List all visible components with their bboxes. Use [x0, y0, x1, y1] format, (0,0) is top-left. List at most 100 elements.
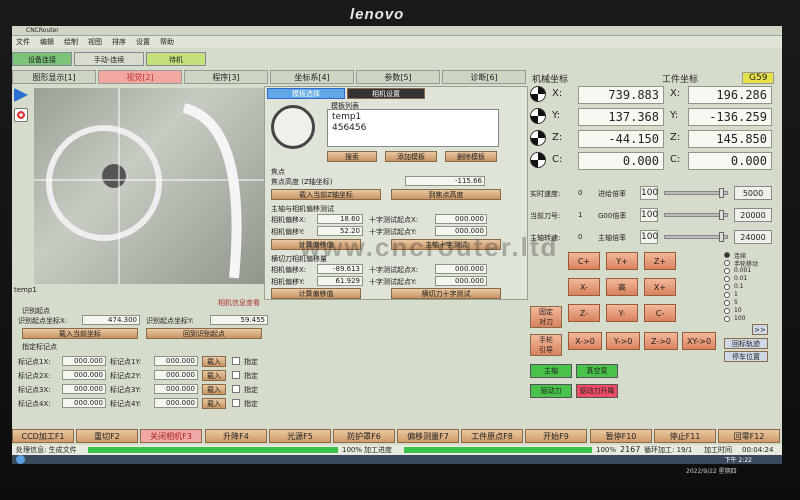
- tab-template-select[interactable]: 模板选择: [267, 88, 345, 99]
- step-radio[interactable]: [724, 316, 730, 322]
- toggle-button[interactable]: 主轴: [530, 364, 572, 378]
- camera-view[interactable]: [34, 88, 270, 284]
- step-radio[interactable]: [724, 260, 730, 266]
- function-key[interactable]: 回零F12: [718, 429, 780, 443]
- more-button[interactable]: >>: [752, 324, 768, 335]
- knife-cross-test-button[interactable]: 横切刀十字测试: [391, 288, 501, 299]
- menu-item[interactable]: 绘制: [64, 38, 78, 46]
- override-slider[interactable]: [664, 232, 728, 242]
- slider-thumb[interactable]: [719, 188, 724, 198]
- add-template-button[interactable]: 添加模板: [385, 151, 437, 162]
- jog-button[interactable]: Z+: [644, 252, 676, 270]
- override-slider[interactable]: [664, 210, 728, 220]
- step-radio[interactable]: [724, 268, 730, 274]
- jog-button[interactable]: X+: [644, 278, 676, 296]
- jog-button[interactable]: 高: [606, 278, 638, 296]
- template-list[interactable]: temp1 456456: [327, 109, 499, 147]
- function-key[interactable]: 光源F5: [269, 429, 331, 443]
- mark-x-field[interactable]: 000.000: [62, 384, 106, 394]
- axis-target-icon[interactable]: [530, 130, 546, 146]
- function-key[interactable]: CCD加工F1: [12, 429, 74, 443]
- mark-fix-checkbox[interactable]: [232, 399, 240, 407]
- delete-template-button[interactable]: 删除模板: [445, 151, 497, 162]
- marked-y-field[interactable]: 59.455: [210, 315, 268, 325]
- speed-set-button[interactable]: 24000: [734, 230, 772, 244]
- axis-target-icon[interactable]: [530, 86, 546, 102]
- function-key[interactable]: 工件原点F8: [461, 429, 523, 443]
- handwheel-guide-button[interactable]: 手轮 引导: [530, 334, 562, 356]
- list-item[interactable]: temp1: [332, 112, 494, 123]
- jog-button[interactable]: Z-: [568, 304, 600, 322]
- goto-target-button[interactable]: 回标轨迹: [724, 338, 768, 349]
- jog-button[interactable]: Y-: [606, 304, 638, 322]
- mark-y-field[interactable]: 000.000: [154, 356, 198, 366]
- tab-coordinate[interactable]: 坐标系[4]: [270, 70, 354, 84]
- menu-item[interactable]: 视图: [88, 38, 102, 46]
- step-radio[interactable]: [724, 284, 730, 290]
- focus-load-button[interactable]: 载入当前Z轴坐标: [271, 189, 381, 200]
- cross-x-field[interactable]: 000.000: [435, 214, 487, 224]
- mark-x-field[interactable]: 000.000: [62, 370, 106, 380]
- jog-button[interactable]: C+: [568, 252, 600, 270]
- slider-thumb[interactable]: [719, 232, 724, 242]
- menu-item[interactable]: 帮助: [160, 38, 174, 46]
- axis-target-icon[interactable]: [530, 152, 546, 168]
- zero-button[interactable]: XY->0: [682, 332, 716, 350]
- mark-y-field[interactable]: 000.000: [154, 384, 198, 394]
- mark-load-button[interactable]: 载入: [202, 398, 226, 409]
- zero-button[interactable]: Z->0: [644, 332, 678, 350]
- mark-load-button[interactable]: 载入: [202, 384, 226, 395]
- menu-item[interactable]: 排序: [112, 38, 126, 46]
- tab-diagnose[interactable]: 诊断[6]: [442, 70, 526, 84]
- focus-field[interactable]: -115.66: [405, 176, 485, 186]
- axis-target-icon[interactable]: [530, 108, 546, 124]
- jog-button[interactable]: X-: [568, 278, 600, 296]
- zero-button[interactable]: Y->0: [606, 332, 640, 350]
- function-key[interactable]: 重切F2: [76, 429, 138, 443]
- speed-set-button[interactable]: 5000: [734, 186, 772, 200]
- step-radio[interactable]: [724, 292, 730, 298]
- step-radio[interactable]: [724, 276, 730, 282]
- function-key[interactable]: 防护罩F6: [333, 429, 395, 443]
- function-key[interactable]: 关闭相机F3: [140, 429, 202, 443]
- step-radio[interactable]: [724, 252, 730, 258]
- wcs-badge[interactable]: G59: [742, 72, 775, 84]
- kcross-x-field[interactable]: 000.000: [435, 264, 487, 274]
- load-current-button[interactable]: 载入当前坐标: [22, 328, 138, 339]
- knife-y-field[interactable]: 61.929: [317, 276, 363, 286]
- mark-x-field[interactable]: 000.000: [62, 398, 106, 408]
- mark-y-field[interactable]: 000.000: [154, 398, 198, 408]
- manual-mode-button[interactable]: 手动-连续: [74, 52, 144, 66]
- goto-park-button[interactable]: 停车位置: [724, 351, 768, 362]
- menu-item[interactable]: 文件: [16, 38, 30, 46]
- zero-button[interactable]: X->0: [568, 332, 602, 350]
- function-key[interactable]: 暂停F10: [590, 429, 652, 443]
- mark-load-button[interactable]: 载入: [202, 370, 226, 381]
- mark-y-field[interactable]: 000.000: [154, 370, 198, 380]
- menu-item[interactable]: 编辑: [40, 38, 54, 46]
- override-percent[interactable]: 100: [640, 186, 658, 200]
- slider-thumb[interactable]: [719, 210, 724, 220]
- jog-button[interactable]: Y+: [606, 252, 638, 270]
- function-key[interactable]: 升降F4: [205, 429, 267, 443]
- start-orb-icon[interactable]: [16, 455, 25, 464]
- play-icon[interactable]: [14, 88, 28, 102]
- tab-vision[interactable]: 视觉[2]: [98, 70, 182, 84]
- knife-calc-button[interactable]: 计算偏移值: [271, 288, 361, 299]
- mark-fix-checkbox[interactable]: [232, 385, 240, 393]
- knife-x-field[interactable]: -89.613: [317, 264, 363, 274]
- function-key[interactable]: 偏移测量F7: [397, 429, 459, 443]
- toggle-button[interactable]: 驱动刀升降: [576, 384, 618, 398]
- mark-fix-checkbox[interactable]: [232, 357, 240, 365]
- tab-params[interactable]: 参数[5]: [356, 70, 440, 84]
- info-button[interactable]: 相机信息查看: [218, 298, 260, 308]
- mark-fix-checkbox[interactable]: [232, 371, 240, 379]
- back-start-button[interactable]: 回到识别起点: [146, 328, 262, 339]
- toggle-button[interactable]: 驱动刀: [530, 384, 572, 398]
- focus-move-button[interactable]: 到焦点高度: [391, 189, 501, 200]
- mark-load-button[interactable]: 载入: [202, 356, 226, 367]
- tab-camera-settings[interactable]: 相机设置: [347, 88, 425, 99]
- spindle-x-field[interactable]: 18.60: [317, 214, 363, 224]
- menu-item[interactable]: 设置: [136, 38, 150, 46]
- mark-x-field[interactable]: 000.000: [62, 356, 106, 366]
